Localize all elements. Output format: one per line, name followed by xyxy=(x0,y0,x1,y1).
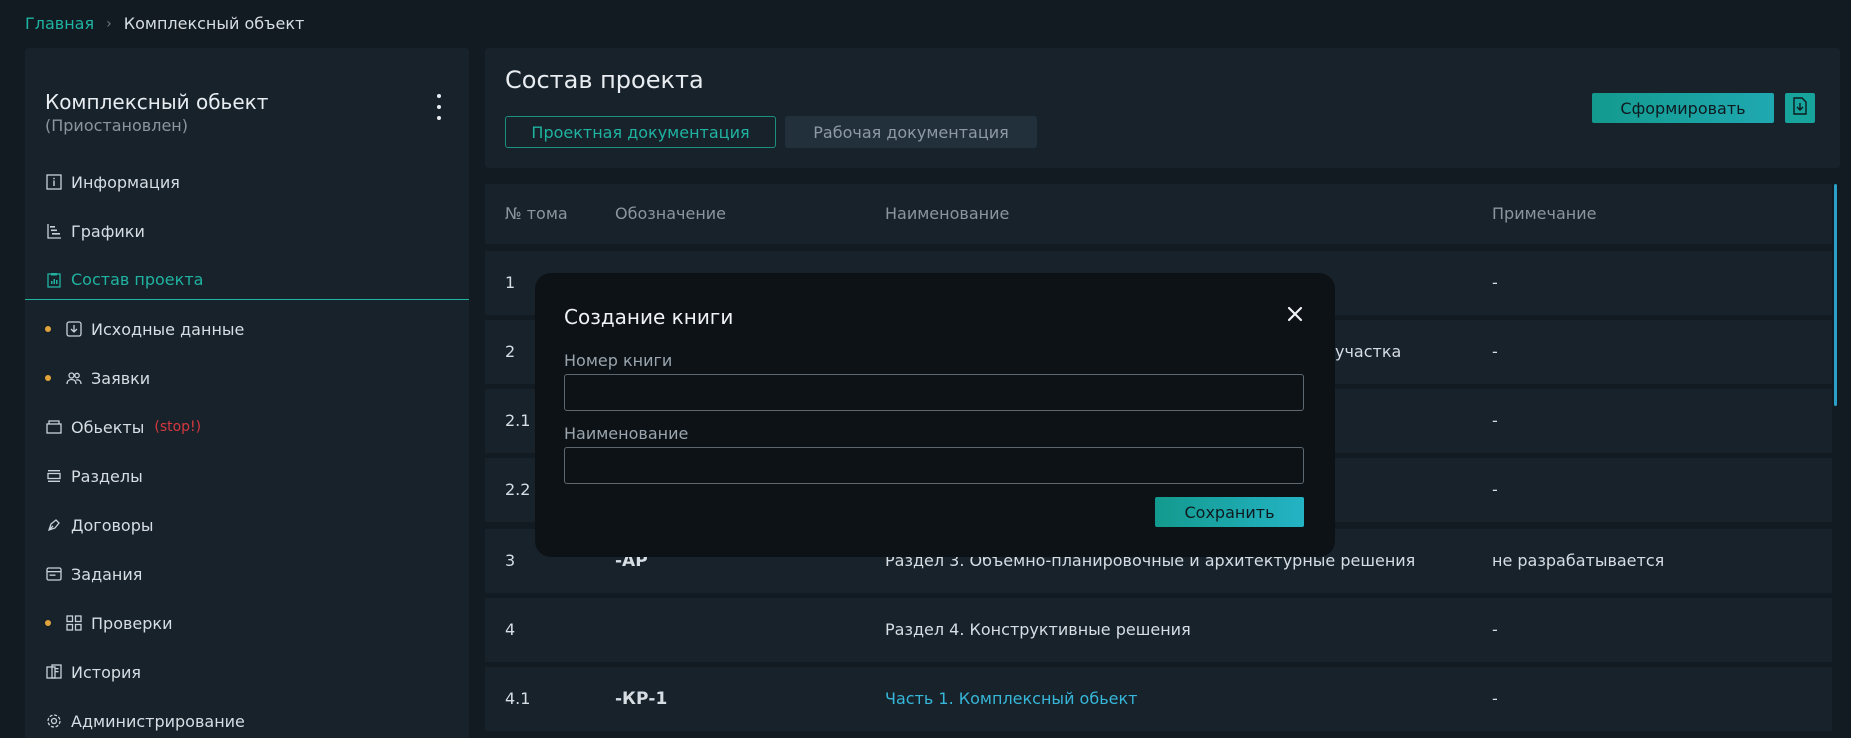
pen-icon xyxy=(45,516,63,534)
column-header-name: Наименование xyxy=(885,204,1010,223)
cell-volume: 1 xyxy=(505,273,516,292)
sidebar-item-objects[interactable]: Обьекты (stop!) xyxy=(25,407,469,447)
sidebar-item-requests[interactable]: Заявки xyxy=(25,358,469,398)
sidebar-item-info[interactable]: Информация xyxy=(25,162,469,202)
sidebar-item-label: Заявки xyxy=(91,368,151,388)
sidebar-item-sections[interactable]: Разделы xyxy=(25,456,469,496)
sidebar-item-checks[interactable]: Проверки xyxy=(25,603,469,643)
cell-name: Раздел 4. Конструктивные решения xyxy=(885,620,1191,639)
modal-title: Создание книги xyxy=(564,305,734,329)
breadcrumb: Главная › Комплексный объект xyxy=(25,14,304,33)
cell-volume: 3 xyxy=(505,551,516,570)
tab-project-docs[interactable]: Проектная документация xyxy=(505,116,776,148)
sidebar-item-label: Задания xyxy=(71,564,143,584)
book-number-input[interactable] xyxy=(564,374,1304,411)
history-icon xyxy=(45,663,63,681)
sidebar-item-tasks[interactable]: Задания xyxy=(25,554,469,594)
sidebar-item-label: Информация xyxy=(71,172,180,192)
cell-note: - xyxy=(1492,273,1498,292)
cell-note: - xyxy=(1492,480,1498,499)
status-dot xyxy=(45,620,51,626)
grid-icon xyxy=(65,614,83,632)
sidebar-item-history[interactable]: История xyxy=(25,652,469,692)
save-button[interactable]: Сохранить xyxy=(1155,497,1304,527)
book-name-label: Наименование xyxy=(564,424,689,443)
project-status: (Приостановлен) xyxy=(45,116,188,135)
sidebar-item-contracts[interactable]: Договоры xyxy=(25,505,469,545)
box-icon xyxy=(45,418,63,436)
column-header-code: Обозначение xyxy=(615,204,727,223)
table-row[interactable]: 4 Раздел 4. Конструктивные решения - xyxy=(485,598,1832,662)
cell-name: участка xyxy=(1335,342,1402,361)
table-scrollbar[interactable] xyxy=(1834,184,1837,406)
table-row[interactable]: 4.1 -КР-1 Часть 1. Комплексный обьект - xyxy=(485,667,1832,731)
gantt-icon xyxy=(45,222,63,240)
cell-volume: 2 xyxy=(505,342,516,361)
breadcrumb-separator: › xyxy=(106,15,112,32)
info-icon xyxy=(45,173,63,191)
project-title: Комплексный обьект xyxy=(45,90,269,114)
sections-icon xyxy=(45,467,63,485)
breadcrumb-home-link[interactable]: Главная xyxy=(25,14,94,33)
page-title: Состав проекта xyxy=(505,66,704,94)
cell-code: -КР-1 xyxy=(615,689,668,709)
close-icon[interactable] xyxy=(1284,303,1306,325)
main-header: Состав проекта Проектная документация Ра… xyxy=(485,48,1840,168)
users-icon xyxy=(65,369,83,387)
sidebar-item-label: Обьекты xyxy=(71,417,145,437)
sidebar-item-label: Проверки xyxy=(91,613,173,633)
cell-note: - xyxy=(1492,620,1498,639)
cell-volume: 2.2 xyxy=(505,480,531,499)
cell-note: - xyxy=(1492,411,1498,430)
book-number-label: Номер книги xyxy=(564,351,673,370)
sidebar-item-label: История xyxy=(71,662,142,682)
sidebar-item-label: Разделы xyxy=(71,466,143,486)
sidebar-item-project-composition[interactable]: Состав проекта xyxy=(25,260,469,300)
cell-note: не разрабатывается xyxy=(1492,551,1665,570)
cell-volume: 2.1 xyxy=(505,411,531,430)
status-dot xyxy=(45,326,51,332)
sidebar-item-label: Состав проекта xyxy=(71,270,204,289)
tasks-icon xyxy=(45,565,63,583)
cell-note: - xyxy=(1492,689,1498,708)
download-file-icon xyxy=(1792,97,1808,119)
book-name-input[interactable] xyxy=(564,447,1304,484)
sidebar-item-administration[interactable]: Администрирование xyxy=(25,701,469,738)
cell-volume: 4.1 xyxy=(505,689,531,708)
sidebar-item-charts[interactable]: Графики xyxy=(25,211,469,251)
sidebar-item-label: Исходные данные xyxy=(91,319,245,339)
column-header-note: Примечание xyxy=(1492,204,1597,223)
stop-badge: (stop!) xyxy=(154,419,202,435)
cell-volume: 4 xyxy=(505,620,516,639)
sidebar: Комплексный обьект (Приостановлен) Инфор… xyxy=(25,48,469,738)
clipboard-icon xyxy=(45,271,63,289)
download-box-icon xyxy=(65,320,83,338)
gear-icon xyxy=(45,712,63,730)
column-header-volume: № тома xyxy=(505,204,568,223)
sidebar-item-label: Договоры xyxy=(71,515,154,535)
sidebar-item-source-data[interactable]: Исходные данные xyxy=(25,309,469,349)
sidebar-item-label: Администрирование xyxy=(71,711,245,731)
breadcrumb-current: Комплексный объект xyxy=(123,14,305,33)
status-dot xyxy=(45,375,51,381)
table-header: № тома Обозначение Наименование Примечан… xyxy=(485,184,1832,244)
kebab-menu-icon[interactable] xyxy=(433,94,445,120)
download-file-button[interactable] xyxy=(1785,93,1815,123)
project-header: Комплексный обьект (Приостановлен) xyxy=(45,90,268,135)
create-book-modal: Создание книги Номер книги Наименование … xyxy=(535,273,1335,557)
cell-name-link[interactable]: Часть 1. Комплексный обьект xyxy=(885,689,1137,708)
tab-working-docs[interactable]: Рабочая документация xyxy=(785,116,1037,148)
generate-button[interactable]: Сформировать xyxy=(1592,93,1774,123)
cell-note: - xyxy=(1492,342,1498,361)
sidebar-item-label: Графики xyxy=(71,221,145,241)
